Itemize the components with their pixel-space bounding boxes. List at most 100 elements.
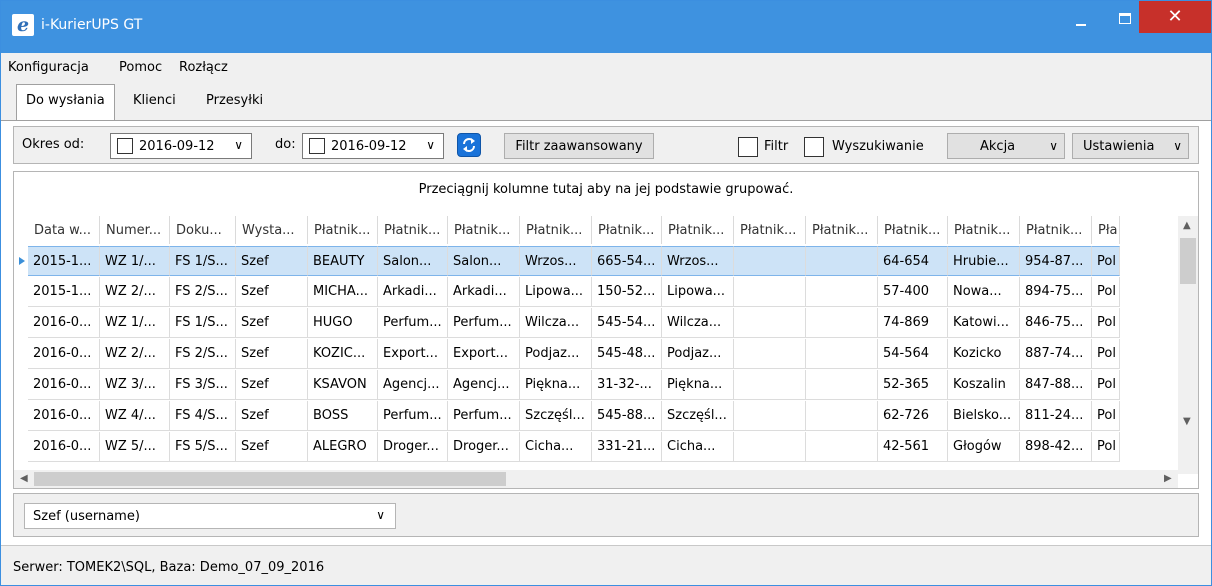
table-cell[interactable] <box>806 370 878 400</box>
table-cell[interactable]: Cicha... <box>662 432 734 462</box>
column-header[interactable]: Pła <box>1092 216 1120 244</box>
table-cell[interactable]: Koszalin <box>948 370 1020 400</box>
table-cell[interactable]: Szczęśl... <box>662 401 734 431</box>
table-cell[interactable]: 150-52... <box>592 277 662 307</box>
column-header[interactable]: Płatnik... <box>448 216 520 244</box>
refresh-button[interactable] <box>457 133 481 157</box>
menu-pomoc[interactable]: Pomoc <box>119 60 162 75</box>
table-cell[interactable]: 64-654 <box>878 246 948 276</box>
column-header[interactable]: Płatnik... <box>378 216 448 244</box>
table-cell[interactable] <box>806 308 878 338</box>
table-cell[interactable]: FS 2/S... <box>170 277 236 307</box>
table-cell[interactable]: Pol <box>1092 370 1120 400</box>
column-header[interactable]: Płatnik... <box>520 216 592 244</box>
vertical-scroll-thumb[interactable] <box>1180 238 1196 284</box>
scroll-right-icon[interactable]: ▶ <box>1164 473 1172 484</box>
table-cell[interactable]: MICHA... <box>308 277 378 307</box>
table-cell[interactable]: WZ 4/... <box>100 401 170 431</box>
table-cell[interactable] <box>806 277 878 307</box>
table-cell[interactable]: Szef <box>236 246 308 276</box>
table-cell[interactable]: 811-24... <box>1020 401 1092 431</box>
tab-do-wyslania[interactable]: Do wysłania <box>16 84 115 120</box>
table-cell[interactable]: Pol <box>1092 308 1120 338</box>
table-cell[interactable]: 2015-1... <box>28 246 100 276</box>
table-cell[interactable]: 887-74... <box>1020 339 1092 369</box>
table-cell[interactable]: Podjaz... <box>520 339 592 369</box>
table-cell[interactable]: Salon... <box>378 246 448 276</box>
table-cell[interactable]: Głogów <box>948 432 1020 462</box>
table-cell[interactable]: Kozicko <box>948 339 1020 369</box>
table-cell[interactable]: Wrzos... <box>520 246 592 276</box>
table-cell[interactable]: ALEGRO <box>308 432 378 462</box>
column-header[interactable]: Numer... <box>100 216 170 244</box>
table-cell[interactable] <box>734 339 806 369</box>
table-cell[interactable]: 954-87... <box>1020 246 1092 276</box>
table-cell[interactable]: WZ 2/... <box>100 277 170 307</box>
column-header[interactable]: Płatnik... <box>948 216 1020 244</box>
table-cell[interactable]: 52-365 <box>878 370 948 400</box>
search-checkbox[interactable] <box>804 137 824 157</box>
table-cell[interactable]: KOZIC... <box>308 339 378 369</box>
table-cell[interactable]: Bielsko... <box>948 401 1020 431</box>
row-indicator[interactable] <box>14 308 28 338</box>
table-cell[interactable]: 2016-0... <box>28 339 100 369</box>
table-cell[interactable]: HUGO <box>308 308 378 338</box>
table-cell[interactable]: 57-400 <box>878 277 948 307</box>
row-indicator[interactable] <box>14 401 28 431</box>
table-cell[interactable]: Perfum... <box>448 401 520 431</box>
horizontal-scroll-thumb[interactable] <box>34 472 506 486</box>
menu-rozlacz[interactable]: Rozłącz <box>179 60 228 75</box>
row-indicator[interactable] <box>14 339 28 369</box>
table-cell[interactable]: FS 1/S... <box>170 308 236 338</box>
table-cell[interactable]: Szef <box>236 308 308 338</box>
vertical-scrollbar[interactable]: ▲ ▼ <box>1178 216 1198 474</box>
column-header[interactable]: Płatnik... <box>308 216 378 244</box>
table-cell[interactable] <box>734 246 806 276</box>
table-cell[interactable] <box>734 401 806 431</box>
table-cell[interactable]: 847-88... <box>1020 370 1092 400</box>
advanced-filter-button[interactable]: Filtr zaawansowany <box>504 133 654 159</box>
column-header[interactable]: Płatnik... <box>734 216 806 244</box>
table-cell[interactable]: Szef <box>236 370 308 400</box>
table-cell[interactable] <box>734 308 806 338</box>
table-cell[interactable]: Salon... <box>448 246 520 276</box>
table-cell[interactable]: Agencj... <box>378 370 448 400</box>
table-cell[interactable]: WZ 3/... <box>100 370 170 400</box>
table-cell[interactable]: FS 1/S... <box>170 246 236 276</box>
table-cell[interactable]: Pol <box>1092 277 1120 307</box>
scroll-left-icon[interactable]: ◀ <box>20 473 28 484</box>
table-cell[interactable] <box>806 246 878 276</box>
table-cell[interactable] <box>806 432 878 462</box>
minimize-button[interactable] <box>1059 1 1103 33</box>
table-cell[interactable]: WZ 2/... <box>100 339 170 369</box>
table-cell[interactable]: Perfum... <box>378 308 448 338</box>
table-cell[interactable]: Export... <box>448 339 520 369</box>
date-from-checkbox[interactable] <box>117 138 133 154</box>
table-cell[interactable]: Export... <box>378 339 448 369</box>
table-cell[interactable]: Katowi... <box>948 308 1020 338</box>
table-cell[interactable]: Droger... <box>378 432 448 462</box>
column-header[interactable]: Data w... <box>28 216 100 244</box>
table-cell[interactable]: Pol <box>1092 246 1120 276</box>
filter-checkbox[interactable] <box>738 137 758 157</box>
table-cell[interactable]: 545-88... <box>592 401 662 431</box>
date-to-checkbox[interactable] <box>309 138 325 154</box>
table-cell[interactable]: 2016-0... <box>28 432 100 462</box>
table-cell[interactable]: FS 3/S... <box>170 370 236 400</box>
table-cell[interactable]: 62-726 <box>878 401 948 431</box>
column-header[interactable]: Płatnik... <box>878 216 948 244</box>
row-indicator[interactable] <box>14 370 28 400</box>
table-cell[interactable] <box>734 370 806 400</box>
table-cell[interactable]: 331-21... <box>592 432 662 462</box>
table-cell[interactable]: 665-54... <box>592 246 662 276</box>
column-header[interactable]: Płatnik... <box>1020 216 1092 244</box>
column-header[interactable]: Wysta... <box>236 216 308 244</box>
table-cell[interactable]: Piękna... <box>662 370 734 400</box>
table-cell[interactable]: Nowa... <box>948 277 1020 307</box>
row-indicator[interactable] <box>14 277 28 307</box>
table-cell[interactable]: BEAUTY <box>308 246 378 276</box>
table-cell[interactable]: Arkadi... <box>448 277 520 307</box>
table-cell[interactable]: Perfum... <box>448 308 520 338</box>
table-cell[interactable]: Pol <box>1092 401 1120 431</box>
table-cell[interactable]: Podjaz... <box>662 339 734 369</box>
